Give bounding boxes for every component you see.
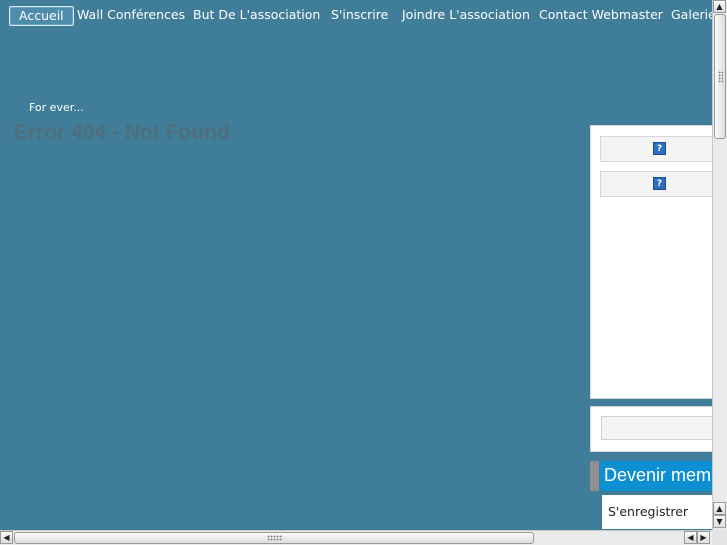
vertical-scrollbar[interactable]: ▲ ▲ ▼ bbox=[712, 0, 727, 530]
scroll-right-button[interactable]: ▶ bbox=[697, 531, 710, 544]
scrollbar-corner bbox=[712, 530, 727, 545]
scroll-left-small-button[interactable]: ◀ bbox=[684, 531, 697, 544]
nav-item-accueil[interactable]: Accueil bbox=[9, 6, 74, 26]
horizontal-scroll-thumb[interactable] bbox=[14, 532, 534, 544]
nav-item-contact-webmaster[interactable]: Contact Webmaster bbox=[539, 6, 663, 24]
scroll-left-button[interactable]: ◀ bbox=[0, 531, 13, 544]
vertical-scroll-thumb[interactable] bbox=[714, 14, 726, 139]
register-box: S'enregistrer bbox=[602, 495, 712, 529]
member-heading: Devenir membre bbox=[590, 461, 712, 491]
nav-item-wall-conferences[interactable]: Wall Conférences bbox=[77, 6, 185, 24]
question-icon: ? bbox=[653, 177, 666, 190]
heading-accent bbox=[590, 461, 599, 491]
site-tagline: For ever... bbox=[29, 101, 84, 114]
sidebar-widget: ? ? bbox=[590, 125, 712, 399]
search-input[interactable] bbox=[601, 416, 712, 440]
register-link[interactable]: S'enregistrer bbox=[608, 504, 688, 519]
nav-item-galerie[interactable]: Galerie bbox=[671, 6, 712, 24]
scroll-up-button[interactable]: ▲ bbox=[713, 0, 726, 13]
grip-icon bbox=[267, 535, 283, 541]
widget-slot[interactable]: ? bbox=[600, 171, 712, 197]
scroll-up-small-button[interactable]: ▲ bbox=[713, 502, 726, 515]
horizontal-scrollbar[interactable]: ◀ ◀ ▶ bbox=[0, 530, 712, 545]
question-icon: ? bbox=[653, 142, 666, 155]
widget-slot[interactable]: ? bbox=[600, 136, 712, 162]
scroll-down-button[interactable]: ▼ bbox=[713, 515, 726, 528]
page-content: Accueil Wall Conférences But De L'associ… bbox=[0, 0, 712, 530]
nav-item-but-association[interactable]: But De L'association bbox=[193, 6, 320, 24]
sidebar-search-box bbox=[590, 406, 712, 452]
nav-item-joindre-association[interactable]: Joindre L'association bbox=[402, 6, 530, 24]
grip-icon bbox=[718, 71, 723, 83]
error-title: Error 404 - Not Found bbox=[14, 121, 230, 144]
main-navigation: Accueil Wall Conférences But De L'associ… bbox=[0, 0, 712, 30]
member-title: Devenir membre bbox=[600, 461, 712, 491]
nav-item-inscrire[interactable]: S'inscrire bbox=[331, 6, 388, 24]
